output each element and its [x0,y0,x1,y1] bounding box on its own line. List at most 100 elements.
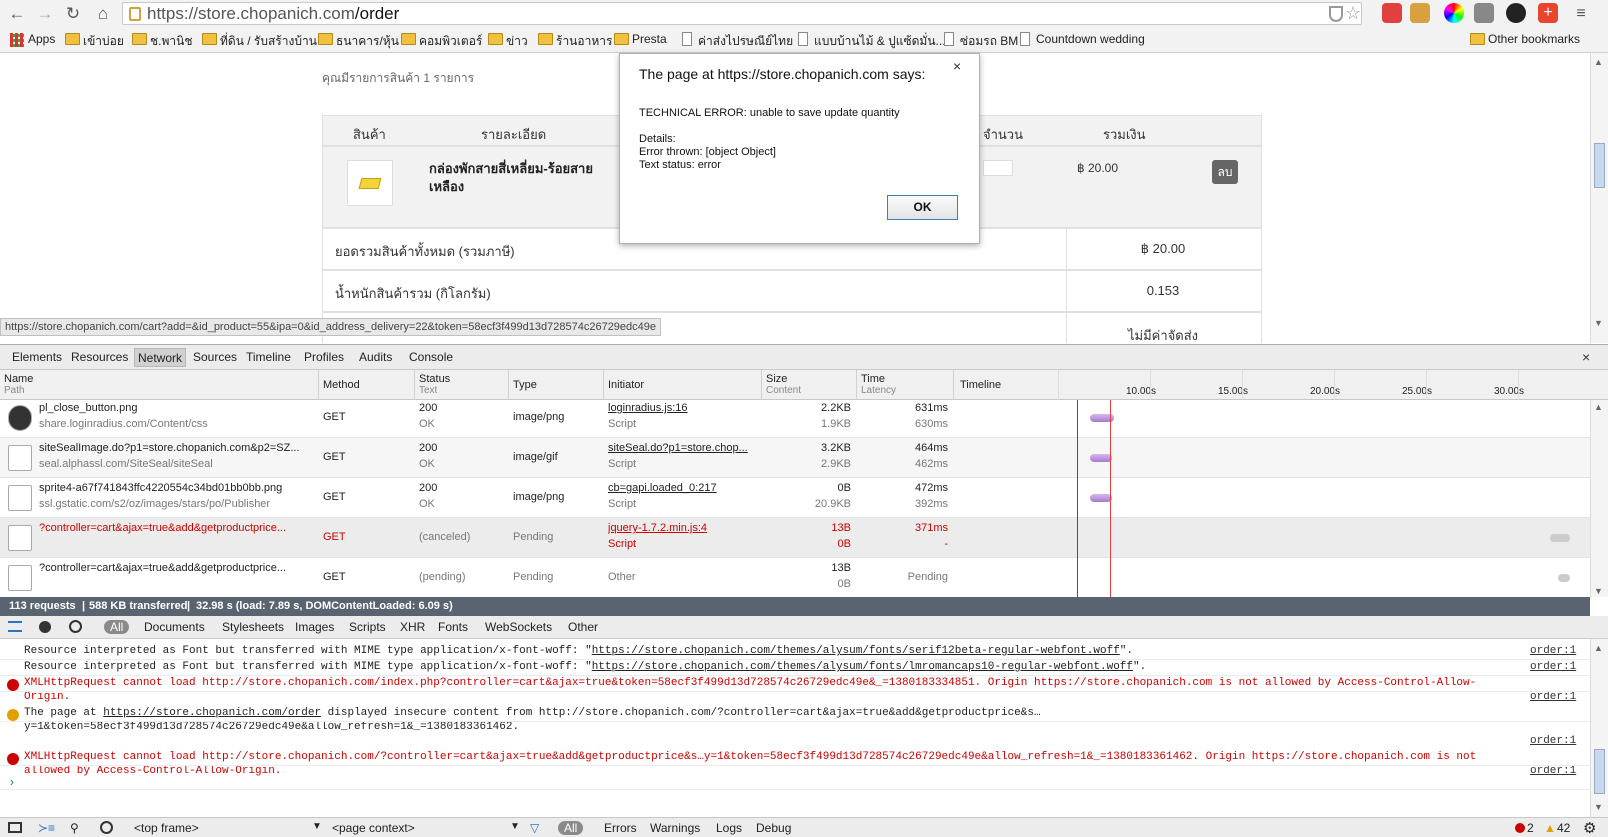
level-logs[interactable]: Logs [716,821,742,835]
bookmark-item[interactable]: Apps [8,32,55,48]
network-request-row[interactable]: sprite4-a67f741843ffc4220554c34bd01bb0bb… [0,478,1590,518]
extension-icon[interactable] [1506,3,1526,23]
console-source-link[interactable]: order:1 [1530,645,1576,657]
network-request-row[interactable]: pl_close_button.png share.loginradius.com… [0,400,1590,438]
level-errors[interactable]: Errors [604,821,637,835]
reload-icon[interactable]: ↻ [62,3,84,25]
request-initiator[interactable]: siteSeal.do?p1=store.chop... [608,442,758,454]
network-request-row[interactable]: siteSealImage.do?p1=store.chopanich.com&… [0,438,1590,478]
tab-elements[interactable]: Elements [12,350,62,364]
scroll-up-icon[interactable]: ▲ [1594,57,1603,67]
shield-icon[interactable] [1329,6,1343,22]
level-warnings[interactable]: Warnings [650,821,700,835]
column-type[interactable]: Type [513,379,537,391]
error-count[interactable]: 2 [1527,821,1534,835]
bookmark-item[interactable]: ที่ดิน / รับสร้างบ้าน [200,32,317,48]
warning-count[interactable]: 42 [1557,821,1570,835]
filter-icon[interactable]: ▽ [530,821,539,835]
scroll-up-icon[interactable]: ▲ [1594,402,1603,412]
bookmark-item[interactable]: ช.พานิช [130,32,192,48]
scroll-down-icon[interactable]: ▼ [1594,802,1603,812]
scroll-down-icon[interactable]: ▼ [1594,318,1603,328]
tab-console[interactable]: Console [409,350,453,364]
extension-icon[interactable] [1410,3,1430,23]
extension-icon[interactable] [1382,3,1402,23]
search-icon[interactable]: ⚲ [70,821,79,835]
scrollbar-thumb[interactable] [1594,749,1605,794]
tab-profiles[interactable]: Profiles [304,350,344,364]
filter-fonts[interactable]: Fonts [438,620,468,634]
column-method[interactable]: Method [323,379,360,391]
delete-button[interactable]: ลบ [1212,160,1238,184]
bookmark-item[interactable]: ข่าว [486,32,528,48]
dock-icon[interactable] [8,822,22,833]
bookmark-item[interactable]: เข้าบ่อย [63,32,124,48]
filter-all[interactable]: All [104,620,130,634]
quantity-input[interactable] [983,160,1013,176]
color-picker-icon[interactable] [1444,3,1464,23]
context-select[interactable]: <page context> [332,821,415,835]
plus-icon[interactable]: + [1538,3,1558,23]
menu-icon[interactable]: ≡ [1570,3,1592,25]
tab-timeline[interactable]: Timeline [246,350,291,364]
console-link[interactable]: https://store.chopanich.com/themes/alysu… [592,661,1133,673]
console-source-link[interactable]: order:1 [1530,691,1576,703]
column-time[interactable]: Time Latency [861,373,896,396]
extension-icon[interactable] [1474,3,1494,23]
filter-xhr[interactable]: XHR [400,620,425,634]
scrollbar-thumb[interactable] [1594,143,1605,188]
product-name[interactable]: กล่องพักสายสี่เหลี่ยม-ร้อยสายเหลือง [429,160,619,196]
network-scrollbar[interactable]: ▲ ▼ [1590,400,1608,597]
column-name[interactable]: Name Path [4,373,33,396]
bookmark-item[interactable]: คอมพิวเตอร์ [399,32,482,48]
address-bar[interactable]: https://store.chopanich.com/order ☆ [122,2,1362,25]
filter-documents[interactable]: Documents [144,620,205,634]
ok-button[interactable]: OK [887,195,958,220]
console-prompt[interactable]: › [8,775,16,790]
product-image[interactable] [347,160,393,206]
scroll-down-icon[interactable]: ▼ [1594,586,1603,596]
star-icon[interactable]: ☆ [1345,3,1361,24]
filter-images[interactable]: Images [295,620,334,634]
settings-gear-icon[interactable]: ⚙ [1583,819,1596,837]
chevron-down-icon[interactable]: ▼ [510,821,520,832]
scroll-up-icon[interactable]: ▲ [1594,643,1603,653]
network-request-row[interactable]: ?controller=cart&ajax=true&add&getproduc… [0,518,1590,558]
console-source-link[interactable]: order:1 [1530,735,1576,747]
filter-websockets[interactable]: WebSockets [485,620,552,634]
bookmark-item[interactable]: ค่าส่งไปรษณีย์ไทย [678,32,793,48]
level-debug[interactable]: Debug [756,821,791,835]
home-icon[interactable]: ⌂ [92,3,114,25]
page-scrollbar[interactable]: ▲ ▼ [1590,53,1608,343]
tab-audits[interactable]: Audits [359,350,392,364]
filter-stylesheets[interactable]: Stylesheets [222,620,284,634]
tab-resources[interactable]: Resources [71,350,128,364]
network-request-row[interactable]: ?controller=cart&ajax=true&add&getproduc… [0,558,1590,597]
console-link[interactable]: https://store.chopanich.com/order [103,707,321,719]
frame-select[interactable]: <top frame> [134,821,199,835]
devtools-close-icon[interactable]: × [1582,349,1590,365]
request-initiator[interactable]: cb=gapi.loaded_0:217 [608,482,758,494]
column-status[interactable]: Status Text [419,373,450,396]
tab-sources[interactable]: Sources [193,350,237,364]
column-size[interactable]: Size Content [766,373,801,396]
level-all[interactable]: All [558,821,584,835]
clear-console-icon[interactable] [100,821,113,834]
back-icon[interactable]: ← [6,3,28,25]
request-initiator[interactable]: loginradius.js:16 [608,402,758,414]
list-icon[interactable] [8,621,22,632]
bookmark-item[interactable]: Countdown wedding [1016,32,1145,48]
console-scrollbar[interactable]: ▲ ▼ [1590,639,1608,817]
console-source-link[interactable]: order:1 [1530,765,1576,777]
clear-icon[interactable] [69,620,82,633]
record-icon[interactable] [39,621,51,633]
request-initiator[interactable]: jquery-1.7.2.min.js:4 [608,522,758,534]
bookmark-item[interactable]: Presta [612,32,667,48]
chevron-down-icon[interactable]: ▼ [312,821,322,832]
forward-icon[interactable]: → [34,3,56,25]
tab-network[interactable]: Network [134,348,187,367]
filter-scripts[interactable]: Scripts [349,620,386,634]
column-timeline[interactable]: Timeline [960,379,1001,391]
bookmark-item[interactable]: Other bookmarks [1468,32,1580,48]
bookmark-item[interactable]: ธนาคาร/หุ้น [316,32,399,48]
